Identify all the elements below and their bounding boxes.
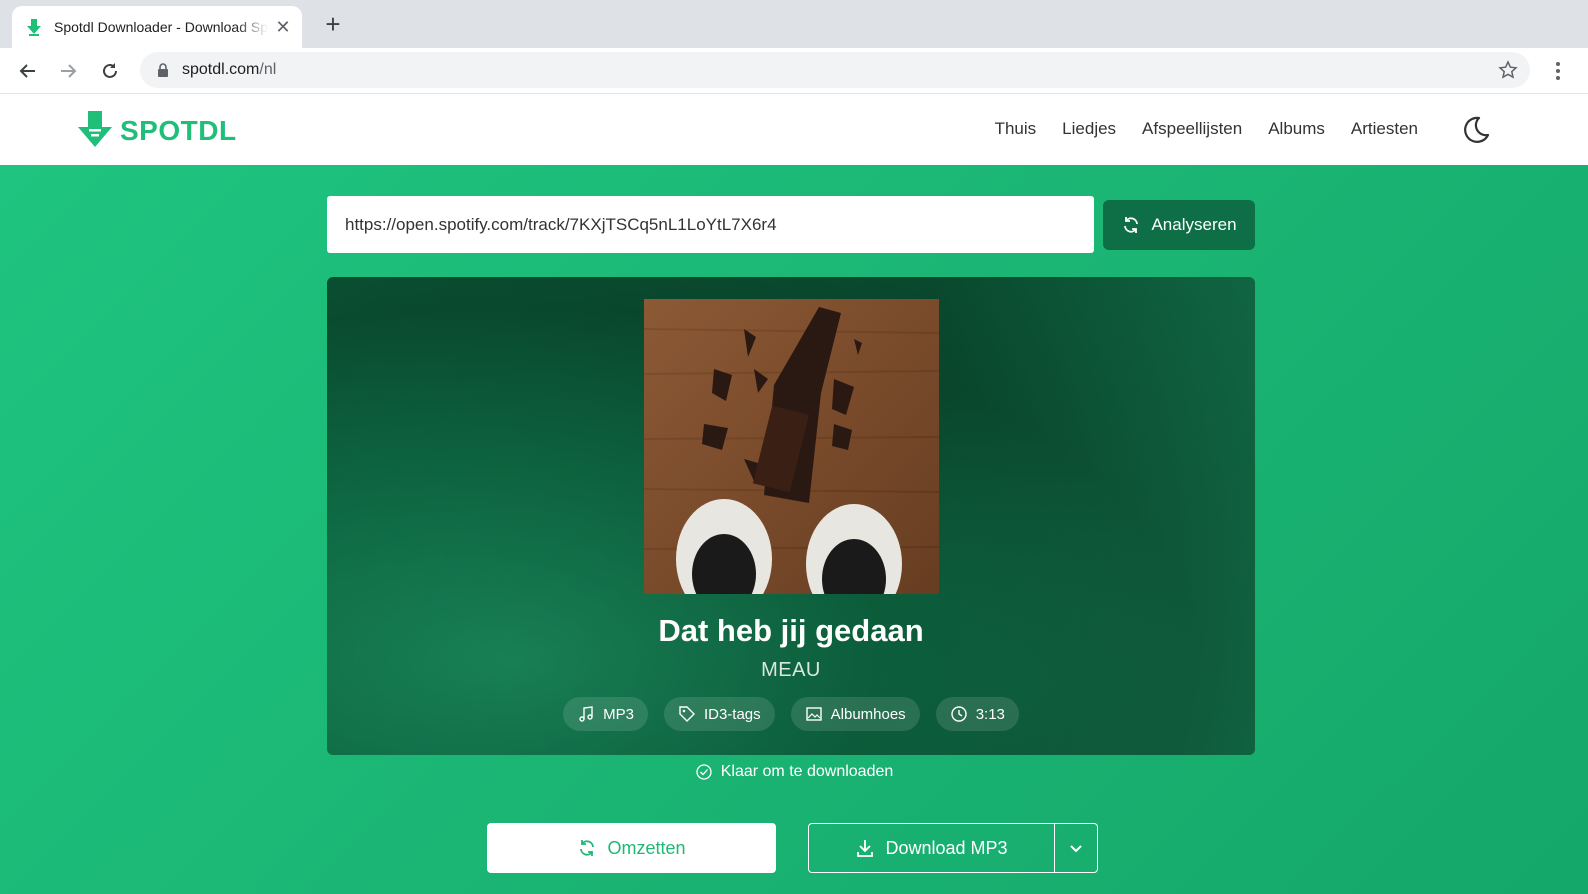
- browser-menu-icon[interactable]: [1548, 58, 1568, 84]
- back-button[interactable]: [13, 56, 43, 86]
- duration-chip-label: 3:13: [975, 705, 1005, 723]
- format-chip-label: MP3: [603, 705, 634, 723]
- nav-songs[interactable]: Liedjes: [1062, 119, 1116, 139]
- cover-chip: Albumhoes: [790, 697, 920, 731]
- nav-albums[interactable]: Albums: [1268, 119, 1325, 139]
- download-button[interactable]: Download MP3: [808, 823, 1054, 873]
- check-circle-icon: [696, 764, 712, 780]
- download-button-label: Download MP3: [885, 837, 1008, 858]
- arrow-right-icon: [61, 64, 77, 78]
- download-arrow-logo-icon: [78, 111, 112, 147]
- new-tab-button[interactable]: +: [320, 11, 346, 38]
- refresh-icon: [1124, 217, 1139, 233]
- main-nav: Thuis Liedjes Afspeellijsten Albums Arti…: [995, 119, 1418, 139]
- url-host: spotdl.com: [182, 61, 260, 78]
- refresh-icon: [580, 840, 595, 856]
- song-title: Dat heb jij gedaan: [658, 613, 924, 648]
- tab-close-icon[interactable]: ✕: [274, 18, 292, 36]
- moon-icon[interactable]: [1460, 115, 1490, 145]
- logo-text: SPOTDL: [120, 115, 237, 146]
- convert-button-label: Omzetten: [607, 837, 686, 858]
- chevron-down-icon: [1070, 845, 1082, 853]
- track-card: Dat heb jij gedaan MEAU MP3 ID3-tags Alb…: [327, 277, 1255, 755]
- analyse-button[interactable]: Analyseren: [1103, 200, 1255, 250]
- bookmark-star-icon[interactable]: [1498, 60, 1518, 80]
- cover-chip-label: Albumhoes: [830, 705, 906, 723]
- forward-button[interactable]: [53, 56, 83, 86]
- format-chip: MP3: [563, 697, 648, 731]
- spotdl-favicon-icon: [27, 19, 41, 36]
- address-bar[interactable]: spotdl.com/nl: [140, 52, 1530, 88]
- tags-chip-label: ID3-tags: [703, 705, 761, 723]
- tab-title: Spotdl Downloader - Download Spotify: [54, 19, 268, 35]
- browser-tab[interactable]: Spotdl Downloader - Download Spotify ✕: [12, 6, 302, 48]
- music-note-icon: [579, 706, 593, 722]
- browser-toolbar: spotdl.com/nl: [0, 48, 1588, 94]
- analyse-button-label: Analyseren: [1151, 215, 1237, 234]
- main-section: Analyseren Dat heb jij gedaan: [0, 165, 1588, 894]
- arrow-left-icon: [19, 64, 35, 78]
- clock-icon: [950, 706, 967, 722]
- spotify-url-input[interactable]: [327, 196, 1094, 253]
- browser-tabbar: Spotdl Downloader - Download Spotify ✕ +: [0, 0, 1588, 48]
- reload-button[interactable]: [95, 56, 125, 86]
- lock-icon: [158, 63, 168, 77]
- nav-home[interactable]: Thuis: [995, 119, 1037, 139]
- download-icon: [857, 840, 874, 857]
- nav-playlists[interactable]: Afspeellijsten: [1142, 119, 1242, 139]
- track-info-chips: MP3 ID3-tags Albumhoes 3:13: [327, 697, 1255, 731]
- duration-chip: 3:13: [935, 697, 1019, 731]
- download-options-toggle[interactable]: [1054, 823, 1098, 873]
- artist-name: MEAU: [761, 659, 821, 681]
- status-text: Klaar om te downloaden: [720, 763, 894, 780]
- logo[interactable]: SPOTDL: [76, 111, 237, 151]
- nav-artists[interactable]: Artiesten: [1351, 119, 1418, 139]
- url-path: /nl: [259, 61, 277, 78]
- status-message: Klaar om te downloaden: [0, 763, 1588, 781]
- tag-icon: [679, 706, 695, 722]
- site-header: SPOTDL Thuis Liedjes Afspeellijsten Albu…: [0, 95, 1588, 165]
- image-icon: [805, 707, 822, 721]
- tags-chip: ID3-tags: [663, 697, 775, 731]
- album-cover: [644, 299, 939, 594]
- reload-icon: [103, 63, 117, 78]
- convert-button[interactable]: Omzetten: [487, 823, 776, 873]
